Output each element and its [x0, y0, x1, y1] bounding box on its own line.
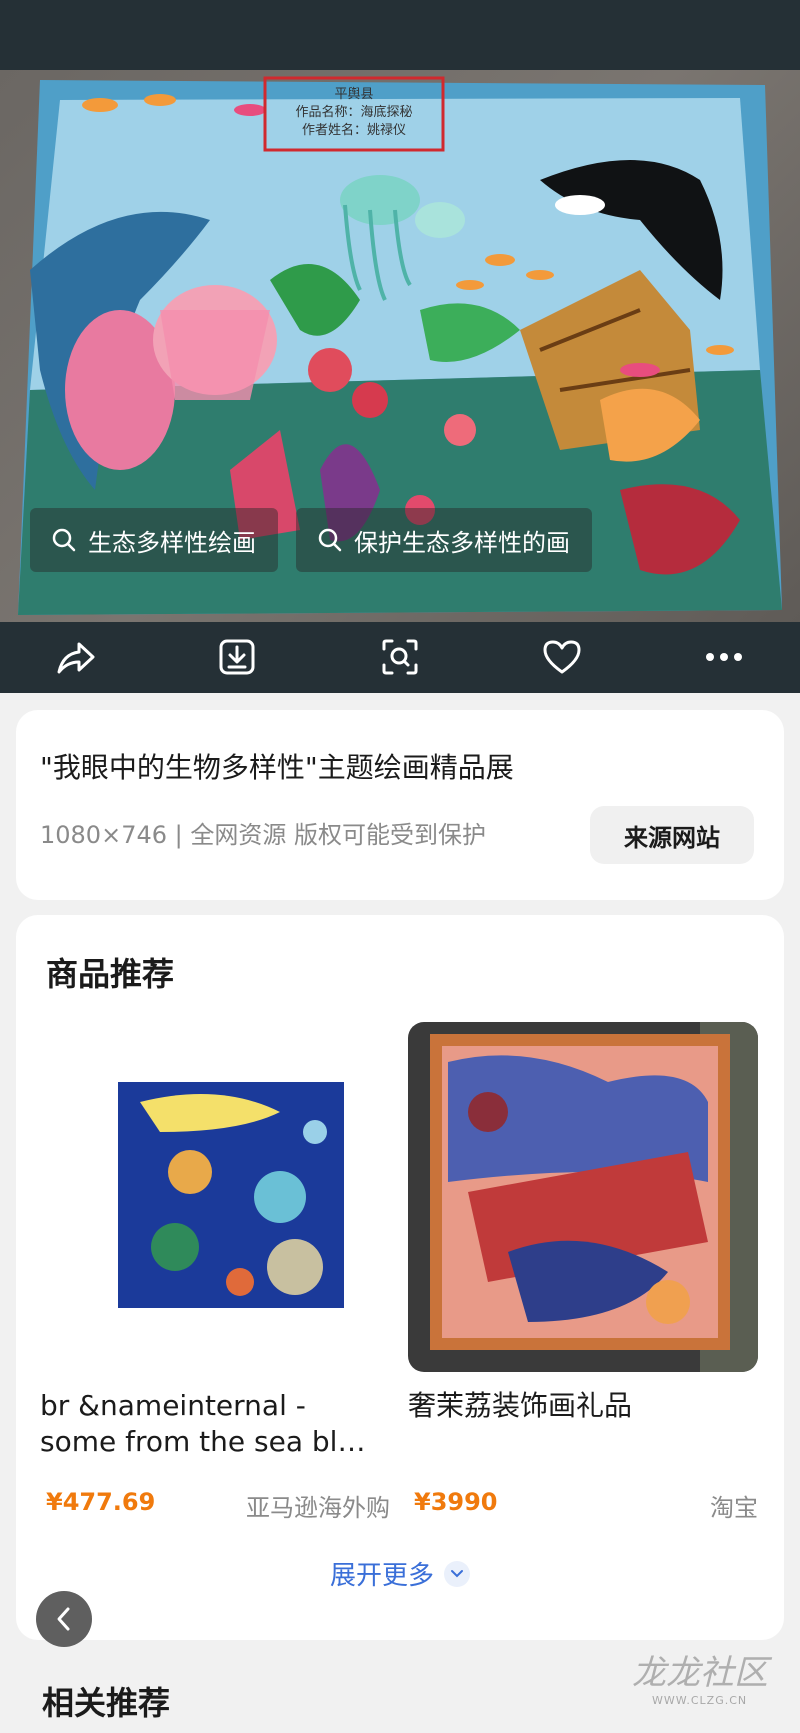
painting-label-author: 作者姓名：姚禄仪 [301, 123, 406, 138]
more-icon [706, 653, 742, 661]
product-shop: 亚马逊海外购 [246, 1494, 390, 1522]
share-button[interactable] [51, 632, 101, 682]
product-shop: 淘宝 [710, 1494, 758, 1522]
related-search-chips: 生态多样性绘画 保护生态多样性的画 [30, 508, 592, 572]
expand-more-label: 展开更多 [329, 1561, 434, 1591]
product-price: ¥477.69 [46, 1488, 156, 1516]
download-button[interactable] [212, 632, 262, 682]
favorite-button[interactable] [537, 632, 587, 682]
source-site-button[interactable]: 来源网站 [590, 806, 754, 864]
search-icon [318, 528, 342, 552]
product-image[interactable] [408, 1022, 758, 1372]
visual-search-button[interactable] [375, 632, 425, 682]
back-button[interactable] [36, 1591, 92, 1647]
product-name[interactable]: 奢茉荔装饰画礼品 [408, 1388, 748, 1424]
goods-section-title: 商品推荐 [46, 955, 175, 993]
painting-label-county: 平舆县 [334, 87, 374, 102]
image-meta: 1080×746 | 全网资源 版权可能受到保护 [40, 821, 486, 849]
related-section-title: 相关推荐 [42, 1684, 171, 1722]
search-chip-label: 生态多样性绘画 [88, 528, 256, 557]
scan-icon [382, 639, 418, 675]
painting-label: 平舆县 作品名称：海底探秘 作者姓名：姚禄仪 [265, 86, 443, 140]
search-icon [52, 528, 76, 552]
image-viewer: 平舆县 作品名称：海底探秘 作者姓名：姚禄仪 生态多样性绘画 保护生态多样性的画 [0, 0, 800, 693]
image-title: "我眼中的生物多样性"主题绘画精品展 [40, 751, 514, 784]
search-chip-1[interactable]: 生态多样性绘画 [30, 508, 278, 572]
download-icon [219, 639, 255, 675]
watermark-url: WWW.CLZG.CN [652, 1694, 748, 1707]
heart-icon [543, 640, 581, 674]
painting-label-work: 作品名称：海底探秘 [295, 105, 413, 120]
more-button[interactable] [699, 632, 749, 682]
search-chip-label: 保护生态多样性的画 [354, 528, 570, 557]
product-name[interactable]: br &nameinternal - some from the sea bl… [40, 1388, 380, 1460]
product-image[interactable] [40, 1022, 390, 1372]
image-info-card: "我眼中的生物多样性"主题绘画精品展 1080×746 | 全网资源 版权可能受… [16, 710, 784, 900]
share-icon [57, 642, 95, 674]
chevron-down-icon [444, 1560, 470, 1587]
search-chip-2[interactable]: 保护生态多样性的画 [296, 508, 592, 572]
chevron-left-icon [57, 1607, 70, 1631]
image-action-bar [0, 622, 800, 693]
expand-more-button[interactable]: 展开更多 [16, 1555, 784, 1592]
site-watermark: 龙龙社区 WWW.CLZG.CN [632, 1652, 792, 1722]
watermark-text: 龙龙社区 [632, 1653, 768, 1693]
goods-recommendation-card: 商品推荐 br &nameinternal - some from the se… [16, 915, 784, 1640]
product-price: ¥3990 [414, 1488, 498, 1516]
